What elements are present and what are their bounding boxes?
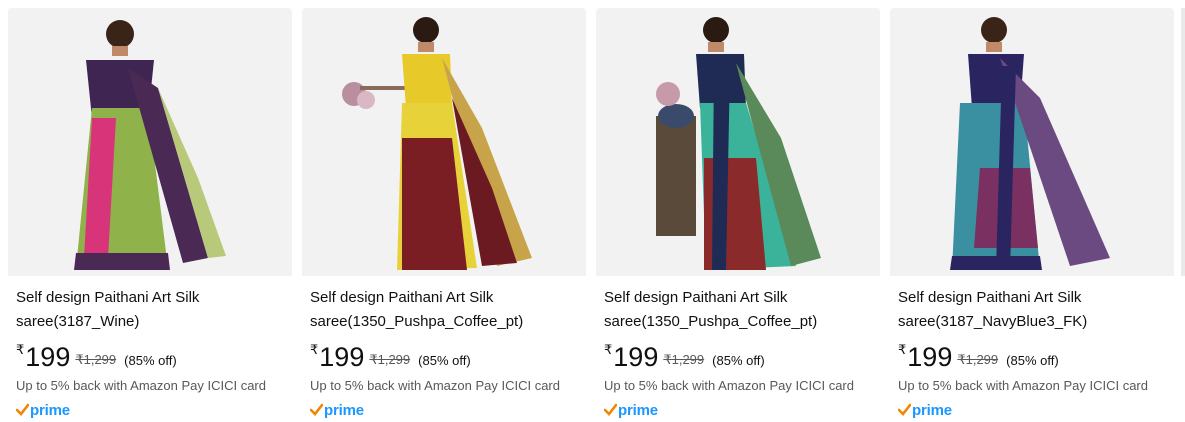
prime-badge: prime	[604, 401, 872, 419]
product-title-link[interactable]: Self design Paithani Art Silk saree(3187…	[898, 286, 1166, 334]
discount-percent: (85% off)	[418, 353, 471, 368]
prime-check-icon	[604, 403, 617, 416]
next-card-edge	[1181, 8, 1185, 276]
saree-illustration	[656, 17, 821, 270]
list-price: ₹1,299	[957, 352, 999, 367]
price-value: 199	[907, 342, 953, 372]
discount-percent: (85% off)	[1006, 353, 1059, 368]
currency-symbol: ₹	[310, 342, 319, 357]
discount-percent: (85% off)	[712, 353, 765, 368]
saree-illustration	[342, 17, 532, 270]
product-image[interactable]	[596, 8, 880, 276]
cashback-offer-text: Up to 5% back with Amazon Pay ICICI card	[898, 378, 1148, 393]
cashback-offer-text: Up to 5% back with Amazon Pay ICICI card	[16, 378, 266, 393]
currency-symbol: ₹	[16, 342, 25, 357]
price-row: ₹ 199 ₹1,299 (85% off)	[310, 342, 578, 372]
product-title-link[interactable]: Self design Paithani Art Silk saree(1350…	[604, 286, 872, 334]
prime-badge: prime	[898, 401, 1166, 419]
discount-percent: (85% off)	[124, 353, 177, 368]
currency-symbol: ₹	[604, 342, 613, 357]
product-card[interactable]: Self design Paithani Art Silk saree(3187…	[8, 8, 292, 422]
currency-symbol: ₹	[898, 342, 907, 357]
prime-label: prime	[30, 401, 70, 419]
cashback-offer-text: Up to 5% back with Amazon Pay ICICI card	[310, 378, 560, 393]
list-price: ₹1,299	[369, 352, 411, 367]
product-card[interactable]: Self design Paithani Art Silk saree(1350…	[302, 8, 586, 422]
price-row: ₹ 199 ₹1,299 (85% off)	[898, 342, 1166, 372]
saree-illustration	[74, 20, 226, 270]
product-title-link[interactable]: Self design Paithani Art Silk saree(3187…	[16, 286, 284, 334]
prime-check-icon	[310, 403, 323, 416]
product-title-link[interactable]: Self design Paithani Art Silk saree(1350…	[310, 286, 578, 334]
prime-badge: prime	[310, 401, 578, 419]
list-price: ₹1,299	[75, 352, 117, 367]
prime-label: prime	[912, 401, 952, 419]
prime-label: prime	[324, 401, 364, 419]
product-image[interactable]	[302, 8, 586, 276]
product-card[interactable]: Self design Paithani Art Silk saree(3187…	[890, 8, 1174, 422]
product-card[interactable]: Self design Paithani Art Silk saree(1350…	[596, 8, 880, 422]
prime-check-icon	[16, 403, 29, 416]
prime-badge: prime	[16, 401, 284, 419]
prime-label: prime	[618, 401, 658, 419]
list-price: ₹1,299	[663, 352, 705, 367]
cashback-offer-text: Up to 5% back with Amazon Pay ICICI card	[604, 378, 854, 393]
price-value: 199	[319, 342, 365, 372]
saree-illustration	[950, 17, 1110, 270]
price-row: ₹ 199 ₹1,299 (85% off)	[604, 342, 872, 372]
product-image[interactable]	[8, 8, 292, 276]
prime-check-icon	[898, 403, 911, 416]
price-value: 199	[613, 342, 659, 372]
product-image[interactable]	[890, 8, 1174, 276]
price-row: ₹ 199 ₹1,299 (85% off)	[16, 342, 284, 372]
product-carousel-row: Self design Paithani Art Silk saree(3187…	[0, 0, 1185, 422]
price-value: 199	[25, 342, 71, 372]
